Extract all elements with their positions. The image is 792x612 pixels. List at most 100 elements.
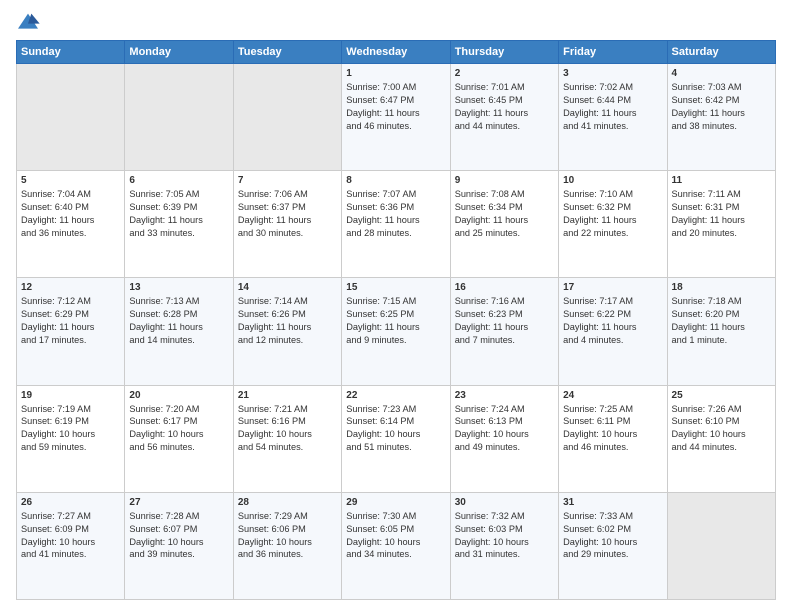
day-info: Sunrise: 7:18 AM Sunset: 6:20 PM Dayligh…	[672, 295, 771, 347]
calendar-cell: 12 Sunrise: 7:12 AM Sunset: 6:29 PM Dayli…	[17, 278, 125, 385]
day-info: Sunrise: 7:03 AM Sunset: 6:42 PM Dayligh…	[672, 81, 771, 133]
calendar-cell: 6 Sunrise: 7:05 AM Sunset: 6:39 PM Daylig…	[125, 171, 233, 278]
calendar-cell: 10 Sunrise: 7:10 AM Sunset: 6:32 PM Dayli…	[559, 171, 667, 278]
calendar-cell: 15Sunrise: 7:15 AM Sunset: 6:25 PM Dayli…	[342, 278, 450, 385]
day-number: 29	[346, 497, 445, 508]
calendar-page: SundayMondayTuesdayWednesdayThursdayFrid…	[0, 0, 792, 612]
weekday-header: Monday	[125, 41, 233, 64]
calendar-cell: 27Sunrise: 7:28 AM Sunset: 6:07 PM Dayli…	[125, 492, 233, 599]
day-info: Sunrise: 7:01 AM Sunset: 6:45 PM Dayligh…	[455, 81, 554, 133]
day-info: Sunrise: 7:11 AM Sunset: 6:31 PM Dayligh…	[672, 188, 771, 240]
day-info: Sunrise: 7:04 AM Sunset: 6:40 PM Dayligh…	[21, 188, 120, 240]
day-number: 18	[672, 282, 771, 293]
calendar-cell	[667, 492, 775, 599]
logo-icon	[16, 12, 40, 32]
day-info: Sunrise: 7:14 AM Sunset: 6:26 PM Dayligh…	[238, 295, 337, 347]
day-number: 30	[455, 497, 554, 508]
calendar-cell: 24Sunrise: 7:25 AM Sunset: 6:11 PM Dayli…	[559, 385, 667, 492]
calendar-cell: 31 Sunrise: 7:33 AM Sunset: 6:02 PM Dayli…	[559, 492, 667, 599]
day-info: Sunrise: 7:33 AM Sunset: 6:02 PM Dayligh…	[563, 510, 662, 562]
calendar-cell: 16 Sunrise: 7:16 AM Sunset: 6:23 PM Dayli…	[450, 278, 558, 385]
day-info: Sunrise: 7:05 AM Sunset: 6:39 PM Dayligh…	[129, 188, 228, 240]
day-number: 1	[346, 68, 445, 79]
calendar-cell: 20Sunrise: 7:20 AM Sunset: 6:17 PM Dayli…	[125, 385, 233, 492]
day-number: 14	[238, 282, 337, 293]
day-info: Sunrise: 7:06 AM Sunset: 6:37 PM Dayligh…	[238, 188, 337, 240]
calendar-cell: 19 Sunrise: 7:19 AM Sunset: 6:19 PM Dayli…	[17, 385, 125, 492]
day-info: Sunrise: 7:16 AM Sunset: 6:23 PM Dayligh…	[455, 295, 554, 347]
day-number: 6	[129, 175, 228, 186]
day-info: Sunrise: 7:32 AM Sunset: 6:03 PM Dayligh…	[455, 510, 554, 562]
day-info: Sunrise: 7:07 AM Sunset: 6:36 PM Dayligh…	[346, 188, 445, 240]
day-number: 20	[129, 390, 228, 401]
calendar-cell: 13 Sunrise: 7:13 AM Sunset: 6:28 PM Dayli…	[125, 278, 233, 385]
calendar-cell: 5 Sunrise: 7:04 AM Sunset: 6:40 PM Daylig…	[17, 171, 125, 278]
calendar-cell: 17 Sunrise: 7:17 AM Sunset: 6:22 PM Dayli…	[559, 278, 667, 385]
day-number: 15	[346, 282, 445, 293]
day-number: 8	[346, 175, 445, 186]
calendar-cell: 22Sunrise: 7:23 AM Sunset: 6:14 PM Dayli…	[342, 385, 450, 492]
calendar-cell: 30 Sunrise: 7:32 AM Sunset: 6:03 PM Dayli…	[450, 492, 558, 599]
day-number: 13	[129, 282, 228, 293]
calendar-cell: 14 Sunrise: 7:14 AM Sunset: 6:26 PM Dayli…	[233, 278, 341, 385]
day-number: 2	[455, 68, 554, 79]
day-number: 28	[238, 497, 337, 508]
calendar-cell: 4 Sunrise: 7:03 AM Sunset: 6:42 PM Daylig…	[667, 64, 775, 171]
day-number: 11	[672, 175, 771, 186]
calendar-cell: 7 Sunrise: 7:06 AM Sunset: 6:37 PM Daylig…	[233, 171, 341, 278]
weekday-header: Saturday	[667, 41, 775, 64]
day-info: Sunrise: 7:21 AM Sunset: 6:16 PM Dayligh…	[238, 403, 337, 455]
calendar-cell	[17, 64, 125, 171]
calendar-cell: 8 Sunrise: 7:07 AM Sunset: 6:36 PM Daylig…	[342, 171, 450, 278]
calendar-cell: 18 Sunrise: 7:18 AM Sunset: 6:20 PM Dayli…	[667, 278, 775, 385]
calendar-cell: 2 Sunrise: 7:01 AM Sunset: 6:45 PM Daylig…	[450, 64, 558, 171]
day-info: Sunrise: 7:00 AM Sunset: 6:47 PM Dayligh…	[346, 81, 445, 133]
day-number: 10	[563, 175, 662, 186]
day-number: 27	[129, 497, 228, 508]
day-number: 4	[672, 68, 771, 79]
day-info: Sunrise: 7:08 AM Sunset: 6:34 PM Dayligh…	[455, 188, 554, 240]
day-number: 12	[21, 282, 120, 293]
weekday-header: Friday	[559, 41, 667, 64]
calendar-cell: 28Sunrise: 7:29 AM Sunset: 6:06 PM Dayli…	[233, 492, 341, 599]
day-info: Sunrise: 7:10 AM Sunset: 6:32 PM Dayligh…	[563, 188, 662, 240]
day-number: 31	[563, 497, 662, 508]
calendar-cell: 26Sunrise: 7:27 AM Sunset: 6:09 PM Dayli…	[17, 492, 125, 599]
calendar-cell	[125, 64, 233, 171]
logo	[16, 12, 44, 32]
day-info: Sunrise: 7:17 AM Sunset: 6:22 PM Dayligh…	[563, 295, 662, 347]
weekday-header: Thursday	[450, 41, 558, 64]
calendar-cell: 9 Sunrise: 7:08 AM Sunset: 6:34 PM Daylig…	[450, 171, 558, 278]
calendar-cell	[233, 64, 341, 171]
day-number: 16	[455, 282, 554, 293]
calendar-cell: 11 Sunrise: 7:11 AM Sunset: 6:31 PM Dayli…	[667, 171, 775, 278]
day-number: 21	[238, 390, 337, 401]
calendar-cell: 23 Sunrise: 7:24 AM Sunset: 6:13 PM Dayli…	[450, 385, 558, 492]
day-info: Sunrise: 7:02 AM Sunset: 6:44 PM Dayligh…	[563, 81, 662, 133]
weekday-header: Sunday	[17, 41, 125, 64]
day-number: 7	[238, 175, 337, 186]
day-info: Sunrise: 7:30 AM Sunset: 6:05 PM Dayligh…	[346, 510, 445, 562]
day-info: Sunrise: 7:26 AM Sunset: 6:10 PM Dayligh…	[672, 403, 771, 455]
day-number: 17	[563, 282, 662, 293]
day-number: 19	[21, 390, 120, 401]
day-number: 5	[21, 175, 120, 186]
day-info: Sunrise: 7:24 AM Sunset: 6:13 PM Dayligh…	[455, 403, 554, 455]
day-number: 3	[563, 68, 662, 79]
header	[16, 12, 776, 32]
calendar-cell: 21 Sunrise: 7:21 AM Sunset: 6:16 PM Dayli…	[233, 385, 341, 492]
day-number: 24	[563, 390, 662, 401]
calendar-cell: 3 Sunrise: 7:02 AM Sunset: 6:44 PM Daylig…	[559, 64, 667, 171]
day-info: Sunrise: 7:12 AM Sunset: 6:29 PM Dayligh…	[21, 295, 120, 347]
day-number: 23	[455, 390, 554, 401]
day-number: 9	[455, 175, 554, 186]
day-info: Sunrise: 7:23 AM Sunset: 6:14 PM Dayligh…	[346, 403, 445, 455]
calendar-table: SundayMondayTuesdayWednesdayThursdayFrid…	[16, 40, 776, 600]
day-info: Sunrise: 7:13 AM Sunset: 6:28 PM Dayligh…	[129, 295, 228, 347]
calendar-cell: 29 Sunrise: 7:30 AM Sunset: 6:05 PM Dayli…	[342, 492, 450, 599]
weekday-header: Tuesday	[233, 41, 341, 64]
day-info: Sunrise: 7:19 AM Sunset: 6:19 PM Dayligh…	[21, 403, 120, 455]
weekday-header: Wednesday	[342, 41, 450, 64]
calendar-cell: 25Sunrise: 7:26 AM Sunset: 6:10 PM Dayli…	[667, 385, 775, 492]
calendar-cell: 1 Sunrise: 7:00 AM Sunset: 6:47 PM Daylig…	[342, 64, 450, 171]
